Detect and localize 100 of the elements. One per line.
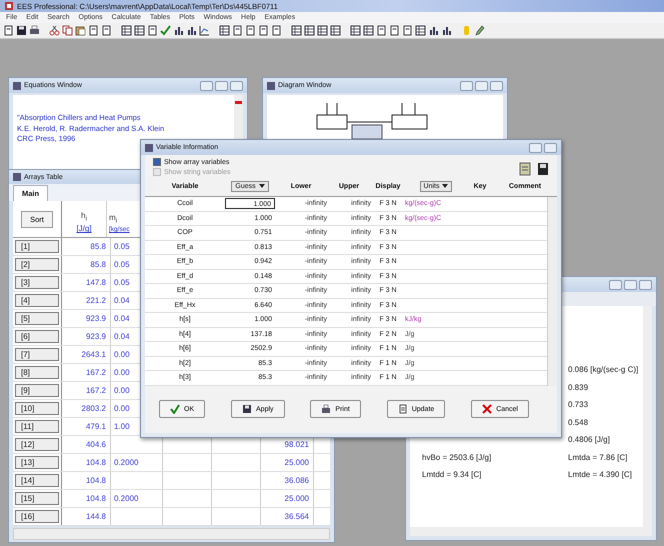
table-cell: 0.2000	[114, 494, 138, 504]
document-icon[interactable]	[519, 162, 531, 176]
table-icon[interactable]	[134, 25, 145, 36]
table-cell: 0.00	[114, 368, 130, 378]
table-cell: 2643.1	[82, 350, 106, 360]
document-icon[interactable]	[147, 25, 158, 36]
row-header[interactable]: [7]	[15, 348, 59, 362]
document-icon[interactable]	[3, 25, 14, 36]
table-cell: 25.000	[284, 494, 309, 504]
table-cell: 0.00	[114, 350, 130, 360]
table-cell: 2803.2	[82, 404, 106, 414]
table-cell: 221.2	[86, 296, 106, 306]
table-cell: 404.6	[86, 440, 106, 450]
column-name: h$_{i}$	[81, 210, 87, 222]
table-cell: 167.2	[86, 386, 106, 396]
document-icon[interactable]	[389, 25, 400, 36]
result-value: 0.733	[568, 400, 590, 410]
table-cell: 0.2000	[114, 458, 138, 468]
row-header[interactable]: [11]	[15, 420, 59, 434]
table-cell: 36.564	[284, 512, 309, 522]
document-icon	[398, 404, 408, 414]
table-cell: 0.04	[114, 314, 130, 324]
table-cell: 479.1	[86, 422, 106, 432]
floppy-icon[interactable]	[537, 162, 549, 176]
table-icon[interactable]	[350, 25, 361, 36]
document-icon[interactable]	[258, 25, 269, 36]
table-cell: 1.00	[114, 422, 130, 432]
app-icon	[4, 1, 14, 11]
row-header[interactable]: [1]	[15, 240, 59, 254]
pencil-icon[interactable]	[474, 25, 485, 36]
table-cell: 923.9	[86, 332, 106, 342]
table-icon[interactable]	[291, 25, 302, 36]
table-icon[interactable]	[304, 25, 315, 36]
table-cell: 25.000	[284, 458, 309, 468]
row-header[interactable]: [6]	[15, 330, 59, 344]
result-value: Lmtde = 4.390 [C]	[568, 470, 633, 480]
table-cell: 85.8	[90, 242, 106, 252]
table-icon[interactable]	[330, 25, 341, 36]
printer-icon	[321, 404, 332, 414]
chart-icon[interactable]	[199, 25, 210, 36]
table-cell: 104.8	[86, 494, 106, 504]
row-header[interactable]: [13]	[15, 456, 59, 470]
table-cell: 85.8	[90, 260, 106, 270]
row-header[interactable]: [14]	[15, 474, 59, 488]
row-header[interactable]: [3]	[15, 276, 59, 290]
table-cell: 144.8	[86, 512, 106, 522]
row-header[interactable]: [12]	[15, 438, 59, 452]
table-cell: 104.8	[86, 476, 106, 486]
table-cell: 0.05	[114, 242, 130, 252]
table-cell: 0.05	[114, 278, 130, 288]
table-icon[interactable]	[363, 25, 374, 36]
row-header[interactable]: [8]	[15, 366, 59, 380]
scissors-icon[interactable]	[49, 25, 60, 36]
document-icon[interactable]	[88, 25, 99, 36]
scrollbar[interactable]	[643, 306, 652, 527]
table-cell: 147.8	[86, 278, 106, 288]
result-value: 0.086 [kg/(sec-g C)]	[568, 365, 639, 374]
cross-icon	[482, 404, 492, 414]
row-header[interactable]: [2]	[15, 258, 59, 272]
row-header[interactable]: [15]	[15, 492, 59, 506]
bar-icon[interactable]	[173, 25, 184, 36]
row-header[interactable]: [16]	[15, 510, 59, 524]
result-value: 0.839	[568, 382, 590, 392]
table-cell: 923.9	[86, 314, 106, 324]
document-icon[interactable]	[376, 25, 387, 36]
result-value: 0.4806 [J/g]	[568, 435, 611, 444]
document-icon[interactable]	[232, 25, 243, 36]
document-icon[interactable]	[101, 25, 112, 36]
paste-icon[interactable]	[75, 25, 86, 36]
result-value: Lmtdd = 9.34 [C]	[422, 470, 482, 480]
scrollbar[interactable]	[410, 527, 652, 536]
column-name: m$_{i}$	[109, 212, 118, 224]
bar-icon[interactable]	[441, 25, 452, 36]
document-icon[interactable]	[402, 25, 413, 36]
caret-icon	[442, 184, 448, 188]
printer-icon[interactable]	[29, 25, 40, 36]
check-icon[interactable]	[160, 25, 171, 36]
table-icon[interactable]	[121, 25, 132, 36]
scrollbar[interactable]	[547, 197, 557, 386]
error-marker	[235, 101, 242, 104]
row-header[interactable]: [5]	[15, 312, 59, 326]
row-header[interactable]: [9]	[15, 384, 59, 398]
table-cell: 36.086	[284, 476, 309, 486]
copy-icon[interactable]	[62, 25, 73, 36]
window-icon	[13, 82, 21, 90]
table-cell: 167.2	[86, 368, 106, 378]
floppy-icon[interactable]	[16, 25, 27, 36]
row-header[interactable]: [10]	[15, 402, 59, 416]
floppy-icon	[242, 404, 252, 414]
row-header[interactable]: [4]	[15, 294, 59, 308]
bar-icon[interactable]	[186, 25, 197, 36]
bar-icon[interactable]	[428, 25, 439, 36]
column-unit[interactable]: [J/g]	[76, 224, 92, 234]
table-cell: 98.021	[284, 440, 309, 450]
table-icon[interactable]	[415, 25, 426, 36]
document-icon[interactable]	[245, 25, 256, 36]
table-icon[interactable]	[219, 25, 230, 36]
document-icon[interactable]	[271, 25, 282, 36]
table-icon[interactable]	[317, 25, 328, 36]
scrollbar[interactable]	[13, 528, 330, 540]
